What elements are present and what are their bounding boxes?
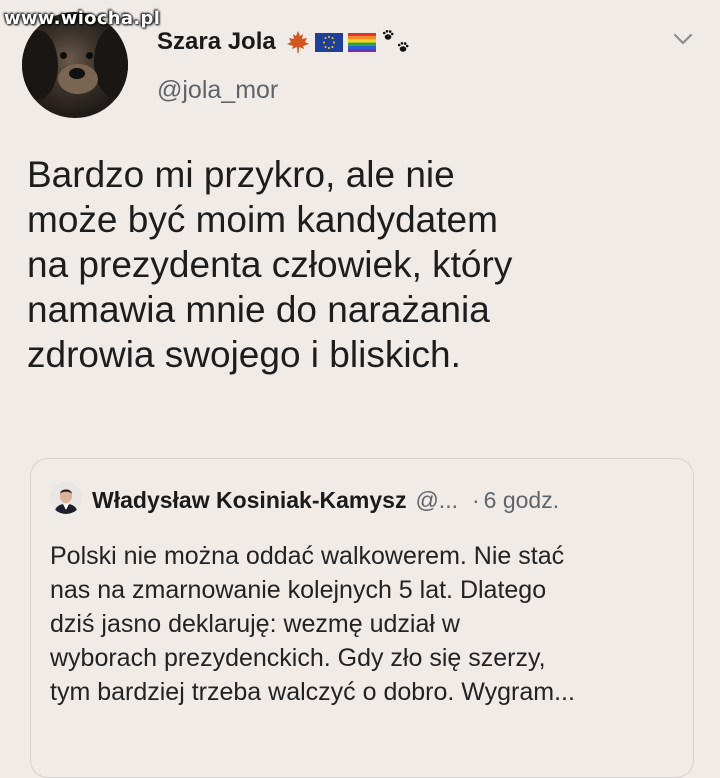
quoted-text-line: Polski nie można oddać walkowerem. Nie s… bbox=[50, 542, 565, 570]
quoted-tweet-header: Władysław Kosiniak-Kamysz @... · 6 godz. bbox=[92, 487, 559, 514]
quoted-text-line: nas na zmarnowanie kolejnych 5 lat. Dlat… bbox=[50, 576, 547, 604]
tweet-text-line: zdrowia swojego i bliskich. bbox=[27, 334, 461, 375]
author-name-row[interactable]: Szara Jola bbox=[157, 28, 413, 56]
quoted-author-name[interactable]: Władysław Kosiniak-Kamysz bbox=[92, 487, 406, 514]
tweet-text-line: na prezydenta człowiek, który bbox=[27, 244, 513, 285]
chevron-down-icon[interactable] bbox=[672, 28, 694, 50]
tweet-text-line: może być moim kandydatem bbox=[27, 199, 498, 240]
maple-leaf-icon bbox=[286, 31, 309, 53]
quoted-text-line: tym bardziej trzeba walczyć o dobro. Wyg… bbox=[50, 678, 575, 706]
author-emoji-row bbox=[286, 28, 413, 56]
author-display-name[interactable]: Szara Jola bbox=[157, 28, 276, 56]
rainbow-flag-icon bbox=[347, 32, 376, 52]
watermark: www.wiocha.pl bbox=[4, 8, 161, 29]
separator-dot: · bbox=[471, 487, 480, 513]
quoted-tweet-timestamp[interactable]: 6 godz. bbox=[484, 487, 559, 514]
person-photo-icon bbox=[50, 482, 82, 514]
quoted-author-avatar[interactable] bbox=[50, 482, 82, 514]
author-handle[interactable]: @jola_mor bbox=[157, 76, 278, 105]
quoted-tweet-text: Polski nie można oddać walkowerem. Nie s… bbox=[50, 539, 690, 709]
quoted-text-line: wyborach prezydenckich. Gdy zło się szer… bbox=[50, 644, 546, 672]
paw-prints-icon bbox=[382, 30, 409, 52]
quoted-tweet-card[interactable]: Władysław Kosiniak-Kamysz @... · 6 godz.… bbox=[30, 458, 694, 778]
quoted-text-line: dziś jasno deklaruję: wezmę udział w bbox=[50, 610, 460, 638]
tweet-text: Bardzo mi przykro, ale nie może być moim… bbox=[27, 152, 687, 377]
tweet-text-line: Bardzo mi przykro, ale nie bbox=[27, 154, 455, 195]
quoted-author-handle[interactable]: @... bbox=[415, 487, 458, 514]
tweet-text-line: namawia mnie do narażania bbox=[27, 289, 490, 330]
eu-flag-icon bbox=[314, 32, 343, 52]
